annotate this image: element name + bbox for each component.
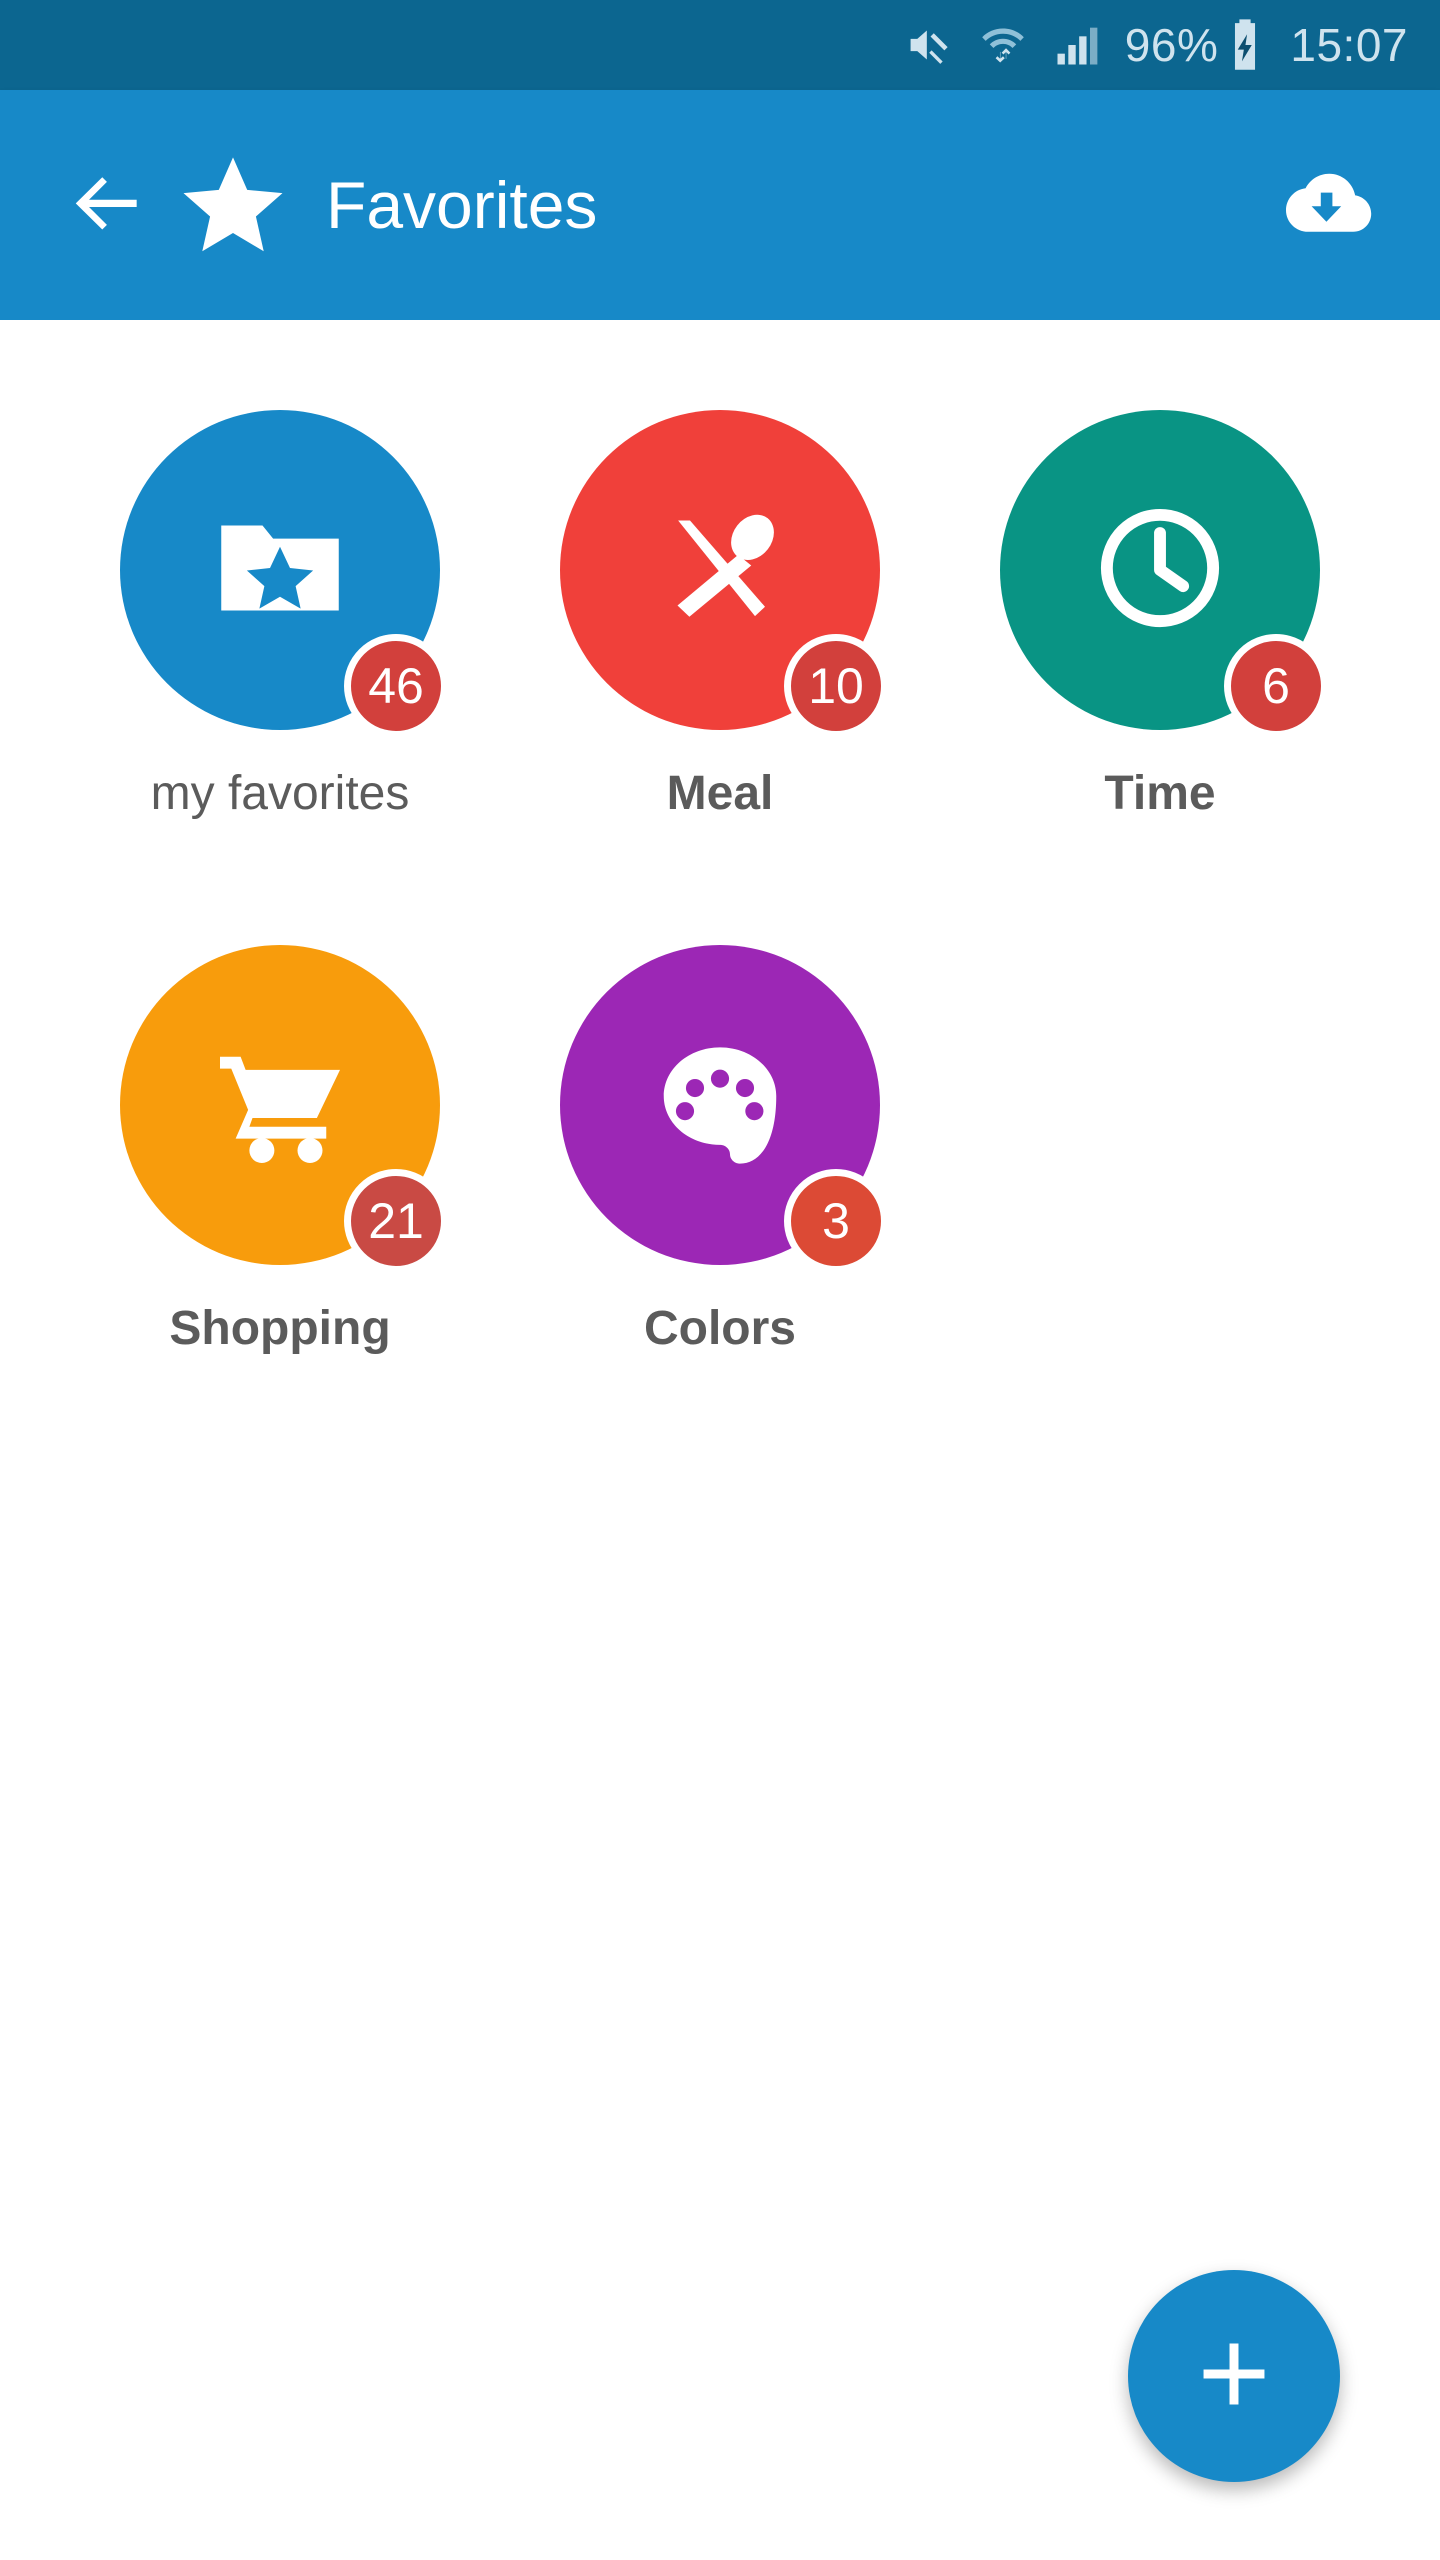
badge-count: 3 xyxy=(822,1193,850,1249)
battery-percent-label: 96% xyxy=(1124,19,1219,71)
back-button[interactable] xyxy=(48,160,168,251)
category-badge: 6 xyxy=(1224,634,1328,738)
badge-count: 10 xyxy=(808,658,864,714)
battery-status-group: 96% xyxy=(1125,17,1269,73)
page-title: Favorites xyxy=(326,168,598,242)
category-badge: 46 xyxy=(344,634,448,738)
signal-bars-icon xyxy=(1051,19,1103,71)
status-bar-icons: 96% 15:07 xyxy=(903,17,1408,73)
category-badge: 21 xyxy=(344,1169,448,1273)
category-tile-colors[interactable]: 3 Colors xyxy=(500,945,940,1480)
star-icon xyxy=(178,150,288,260)
folder-star-icon xyxy=(205,493,355,648)
category-badge: 3 xyxy=(784,1169,888,1273)
add-favorite-fab[interactable] xyxy=(1128,2270,1340,2482)
plus-icon xyxy=(1191,2331,1277,2422)
category-icon-wrap: 46 xyxy=(120,410,448,738)
category-label: my favorites xyxy=(150,767,410,820)
category-grid: 46 my favorites 10 Meal 6 Time 21 Shoppi… xyxy=(0,320,1440,1480)
wifi-data-icon xyxy=(977,19,1029,71)
badge-count: 21 xyxy=(368,1193,424,1249)
content-area: 46 my favorites 10 Meal 6 Time 21 Shoppi… xyxy=(0,320,1440,2560)
clock-label: 15:07 xyxy=(1290,19,1408,71)
category-badge: 10 xyxy=(784,634,888,738)
clock-icon xyxy=(1085,493,1235,648)
cloud-download-icon xyxy=(1278,155,1374,256)
category-tile-shopping[interactable]: 21 Shopping xyxy=(60,945,500,1480)
category-icon-wrap: 6 xyxy=(1000,410,1328,738)
category-tile-my-favorites[interactable]: 46 my favorites xyxy=(60,410,500,945)
category-label: Time xyxy=(1104,767,1216,820)
knife-spoon-icon xyxy=(645,493,795,648)
category-tile-meal[interactable]: 10 Meal xyxy=(500,410,940,945)
status-bar: 96% 15:07 xyxy=(0,0,1440,90)
back-arrow-icon xyxy=(65,160,151,251)
category-icon-wrap: 3 xyxy=(560,945,888,1273)
category-icon-wrap: 21 xyxy=(120,945,448,1273)
badge-count: 6 xyxy=(1262,658,1290,714)
mute-icon xyxy=(903,19,955,71)
category-tile-time[interactable]: 6 Time xyxy=(940,410,1380,945)
cloud-download-button[interactable] xyxy=(1278,155,1374,256)
shopping-cart-icon xyxy=(205,1028,355,1183)
app-bar: Favorites xyxy=(0,90,1440,320)
badge-count: 46 xyxy=(368,658,424,714)
category-label: Colors xyxy=(643,1302,796,1355)
category-label: Meal xyxy=(666,767,774,820)
palette-icon xyxy=(645,1028,795,1183)
category-icon-wrap: 10 xyxy=(560,410,888,738)
category-label: Shopping xyxy=(169,1302,391,1355)
battery-charging-icon xyxy=(1222,17,1268,73)
